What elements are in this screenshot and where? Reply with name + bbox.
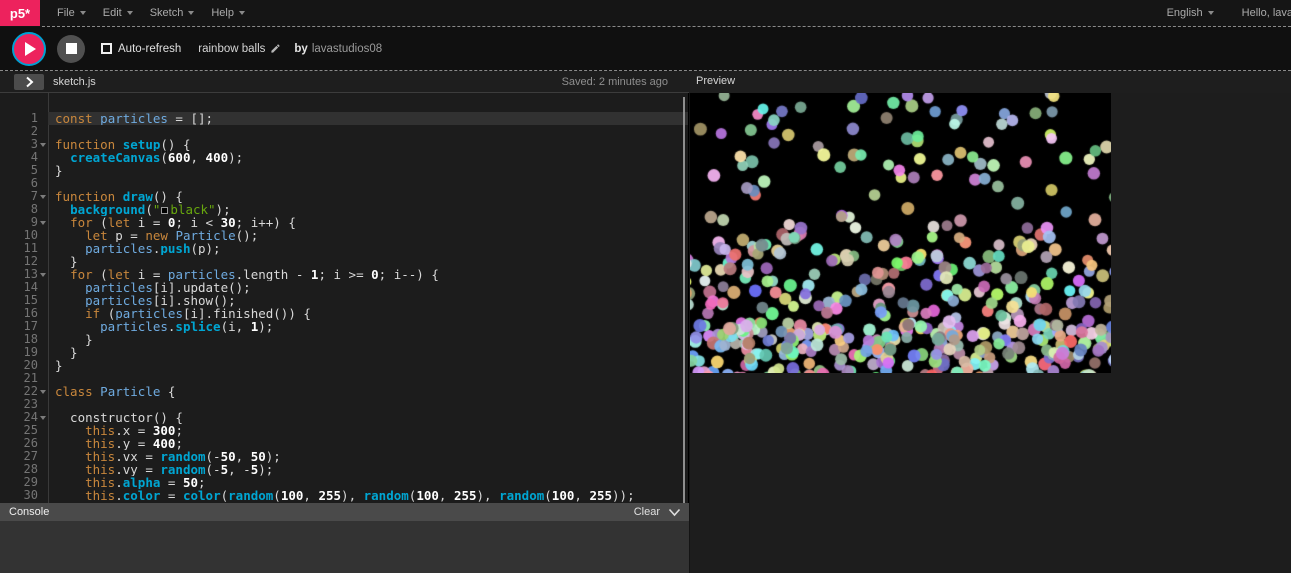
line-number: 2 [0, 125, 48, 138]
code-line[interactable]: 19 } [0, 346, 688, 359]
p5-web-editor: p5* File Edit Sketch Help English Hello, la… [0, 0, 1291, 573]
chevron-right-icon [25, 76, 34, 88]
code-line[interactable]: 22class Particle { [0, 385, 688, 398]
code-line[interactable]: 11 particles.push(p); [0, 242, 688, 255]
console-panel: Console Clear [0, 503, 689, 573]
fold-arrow-icon[interactable] [38, 268, 47, 281]
code-line[interactable]: 20} [0, 359, 688, 372]
chevron-down-icon [239, 11, 245, 15]
code-line[interactable]: 23 [0, 398, 688, 411]
preview-panel [690, 93, 1291, 573]
nav-menu-edit[interactable]: Edit [103, 7, 133, 19]
code-line[interactable]: 13 for (let i = particles.length - 1; i … [0, 268, 688, 281]
editor-scrollbar[interactable] [683, 97, 685, 503]
chevron-down-icon [1208, 11, 1214, 15]
code-line[interactable]: 15 particles[i].show(); [0, 294, 688, 307]
author-name[interactable]: lavastudios08 [312, 43, 382, 55]
nav-menu-sketch[interactable]: Sketch [150, 7, 195, 19]
code-line[interactable]: 4 createCanvas(600, 400); [0, 151, 688, 164]
code-line[interactable]: 17 particles.splice(i, 1); [0, 320, 688, 333]
chevron-down-icon [668, 508, 681, 517]
play-button[interactable] [12, 32, 46, 66]
code-line[interactable]: 26 this.y = 400; [0, 437, 688, 450]
fold-arrow-icon[interactable] [38, 385, 47, 398]
line-number: 5 [0, 164, 48, 177]
code-line[interactable]: 10 let p = new Particle(); [0, 229, 688, 242]
line-number: 7 [0, 190, 48, 203]
account-menu[interactable]: Hello, lava [1242, 7, 1291, 19]
sketch-canvas[interactable] [690, 93, 1111, 373]
code-line[interactable]: 29 this.alpha = 50; [0, 476, 688, 489]
auto-refresh-checkbox[interactable] [101, 43, 112, 54]
stop-button[interactable] [57, 35, 85, 63]
code-editor[interactable]: 1const particles = [];23function setup()… [0, 112, 688, 502]
nav-bar: p5* File Edit Sketch Help English Hello, la… [0, 0, 1291, 26]
code-line[interactable]: 28 this.vy = random(-5, -5); [0, 463, 688, 476]
chevron-down-icon [80, 11, 86, 15]
code-line[interactable]: 18 } [0, 333, 688, 346]
code-line[interactable]: 5} [0, 164, 688, 177]
code-line[interactable]: 27 this.vx = random(-50, 50); [0, 450, 688, 463]
code-line[interactable]: 8 background("black"); [0, 203, 688, 216]
header-strip: sketch.js Saved: 2 minutes ago Preview [0, 71, 1291, 93]
code-line[interactable]: 1const particles = []; [0, 112, 688, 125]
code-line[interactable]: 12 } [0, 255, 688, 268]
nav-menus: File Edit Sketch Help [40, 7, 245, 19]
toolbar: Auto-refresh rainbow balls by lavastudio… [0, 27, 1291, 70]
code-editor-panel: 1const particles = [];23function setup()… [0, 93, 689, 503]
nav-menu-file[interactable]: File [57, 7, 86, 19]
console-collapse-button[interactable] [668, 508, 681, 517]
sidebar-expand-button[interactable] [14, 74, 44, 90]
fold-arrow-icon[interactable] [38, 411, 47, 424]
code-line[interactable]: 14 particles[i].update(); [0, 281, 688, 294]
by-label: by [294, 43, 307, 55]
chevron-down-icon [127, 11, 133, 15]
line-number: 3 [0, 138, 48, 151]
color-swatch-icon [161, 207, 168, 214]
line-number: 6 [0, 177, 48, 190]
code-line[interactable]: 24 constructor() { [0, 411, 688, 424]
console-clear-button[interactable]: Clear [634, 506, 660, 518]
code-line[interactable]: 3function setup() { [0, 138, 688, 151]
line-number: 30 [0, 489, 48, 502]
code-line[interactable]: 7function draw() { [0, 190, 688, 203]
console-header: Console Clear [0, 503, 689, 521]
play-icon [25, 42, 36, 56]
code-line[interactable]: 2 [0, 125, 688, 138]
nav-menu-help[interactable]: Help [211, 7, 245, 19]
fold-arrow-icon[interactable] [38, 216, 47, 229]
console-title: Console [9, 506, 49, 518]
tab-sketch-js[interactable]: sketch.js [53, 76, 96, 88]
sketch-title: rainbow balls [198, 43, 265, 55]
editor-tab-bar: sketch.js Saved: 2 minutes ago [0, 71, 689, 93]
line-number: 4 [0, 151, 48, 164]
nav-right: English Hello, lava [1167, 7, 1291, 19]
language-label: English [1167, 7, 1203, 19]
stop-icon [66, 43, 77, 54]
language-menu[interactable]: English [1167, 7, 1214, 19]
code-line[interactable]: 16 if (particles[i].finished()) { [0, 307, 688, 320]
saved-status: Saved: 2 minutes ago [562, 76, 668, 88]
code-line[interactable]: 30 this.color = color(random(100, 255), … [0, 489, 688, 502]
code-line[interactable]: 9 for (let i = 0; i < 30; i++) { [0, 216, 688, 229]
code-line[interactable]: 6 [0, 177, 688, 190]
code-line[interactable]: 25 this.x = 300; [0, 424, 688, 437]
line-number: 1 [0, 112, 48, 125]
line-number: 8 [0, 203, 48, 216]
fold-arrow-icon[interactable] [38, 138, 47, 151]
chevron-down-icon [188, 11, 194, 15]
p5-logo[interactable]: p5* [0, 0, 40, 26]
fold-arrow-icon[interactable] [38, 190, 47, 203]
auto-refresh-label[interactable]: Auto-refresh [118, 43, 181, 55]
preview-label: Preview [696, 75, 735, 87]
code-line[interactable]: 21 [0, 372, 688, 385]
edit-pencil-icon[interactable] [270, 43, 281, 54]
